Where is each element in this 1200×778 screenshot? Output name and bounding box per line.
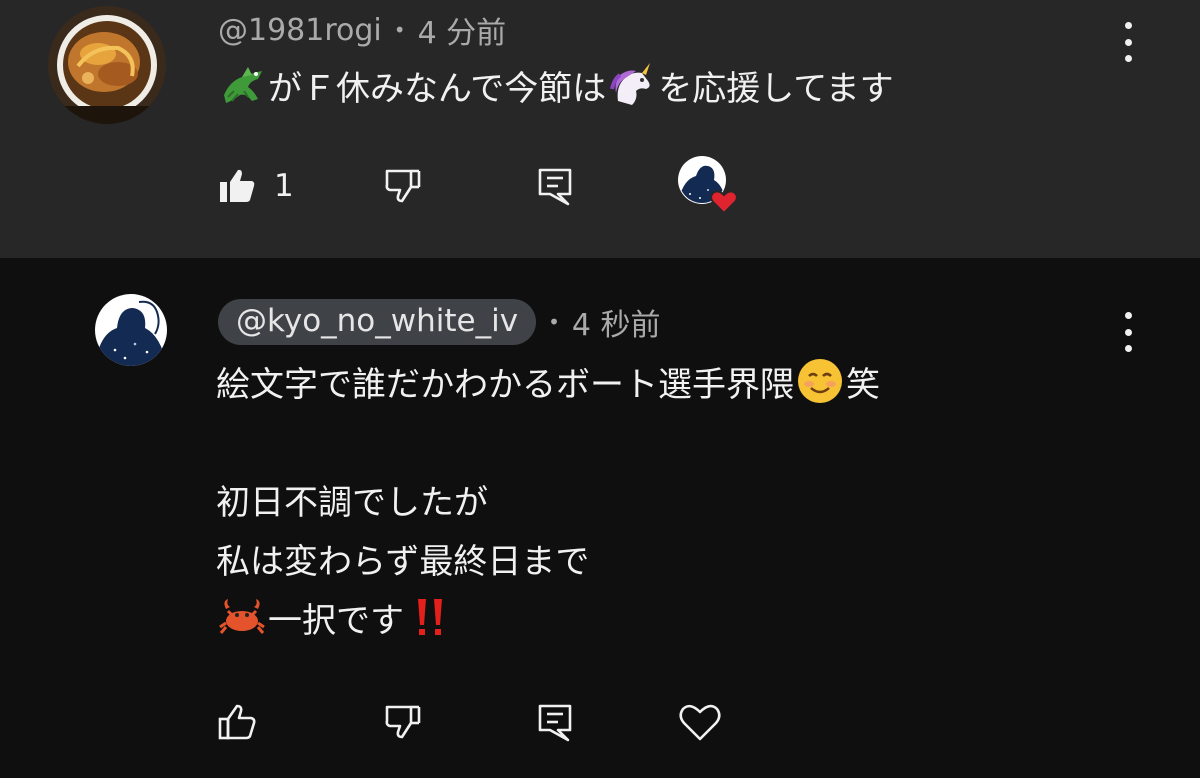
reply-comment-icon bbox=[538, 168, 572, 206]
creator-avatar-heart-icon bbox=[678, 156, 738, 215]
comment-meta: @1981rogi • 4 分前 bbox=[218, 8, 506, 52]
thumbs-down-icon bbox=[385, 705, 421, 739]
thumbs-down-icon bbox=[385, 169, 421, 203]
comment-item: @1981rogi • 4 分前 がＦ休みなんで今節は を応援してます 1 bbox=[0, 0, 1200, 258]
thumbs-up-filled-icon bbox=[220, 169, 255, 202]
heart-outline-icon bbox=[679, 704, 721, 741]
comment-item: @kyo_no_white_iv • 4 秒前 絵文字で誰だかわかるボート選手界… bbox=[0, 258, 1200, 778]
author-handle-chip[interactable]: @kyo_no_white_iv bbox=[218, 299, 537, 345]
comment-actions: 1 bbox=[218, 156, 778, 215]
meta-separator: • bbox=[548, 310, 560, 334]
comment-actions bbox=[218, 694, 778, 750]
heart-button[interactable] bbox=[678, 694, 722, 750]
comment-text-part2: を応援してます bbox=[658, 69, 894, 109]
comment-line-1b: 笑 bbox=[846, 365, 880, 405]
dislike-button[interactable] bbox=[384, 158, 422, 214]
more-options-icon[interactable] bbox=[1118, 312, 1138, 352]
like-count: 1 bbox=[274, 168, 294, 204]
dislike-button[interactable] bbox=[384, 694, 422, 750]
reply-button[interactable] bbox=[536, 694, 574, 750]
comment-meta: @kyo_no_white_iv • 4 秒前 bbox=[218, 296, 661, 348]
like-button[interactable]: 1 bbox=[218, 158, 294, 214]
comment-time: 4 分前 bbox=[417, 16, 507, 51]
comment-text-part1: がＦ休みなんで今節は bbox=[268, 69, 607, 109]
crab-emoji-icon bbox=[219, 599, 265, 634]
comment-text: 絵文字で誰だかわかるボート選手界隈 笑 初日不調でしたが 私は変わらず最終日まで… bbox=[216, 356, 880, 651]
double-exclamation-emoji-icon bbox=[418, 599, 442, 635]
unicorn-emoji-icon bbox=[610, 63, 651, 105]
crocodile-emoji-icon bbox=[224, 67, 262, 103]
like-button[interactable] bbox=[218, 694, 256, 750]
comment-line-3: 私は変わらず最終日まで bbox=[216, 542, 590, 582]
reply-comment-icon bbox=[538, 704, 572, 742]
comment-time: 4 秒前 bbox=[571, 308, 661, 343]
reply-button[interactable] bbox=[536, 158, 574, 214]
author-handle[interactable]: @1981rogi bbox=[218, 13, 382, 48]
avatar[interactable] bbox=[95, 294, 167, 366]
comment-line-4: 一択です bbox=[268, 601, 404, 641]
creator-heart-badge[interactable] bbox=[678, 156, 742, 215]
avatar[interactable] bbox=[48, 6, 166, 124]
comment-line-2: 初日不調でしたが bbox=[216, 483, 488, 523]
comment-line-1a: 絵文字で誰だかわかるボート選手界隈 bbox=[216, 365, 794, 405]
comment-text: がＦ休みなんで今節は を応援してます bbox=[216, 60, 894, 119]
smiling-face-emoji-icon bbox=[798, 359, 842, 403]
thumbs-up-icon bbox=[218, 704, 256, 740]
more-options-icon[interactable] bbox=[1118, 22, 1138, 62]
meta-separator: • bbox=[393, 18, 406, 42]
